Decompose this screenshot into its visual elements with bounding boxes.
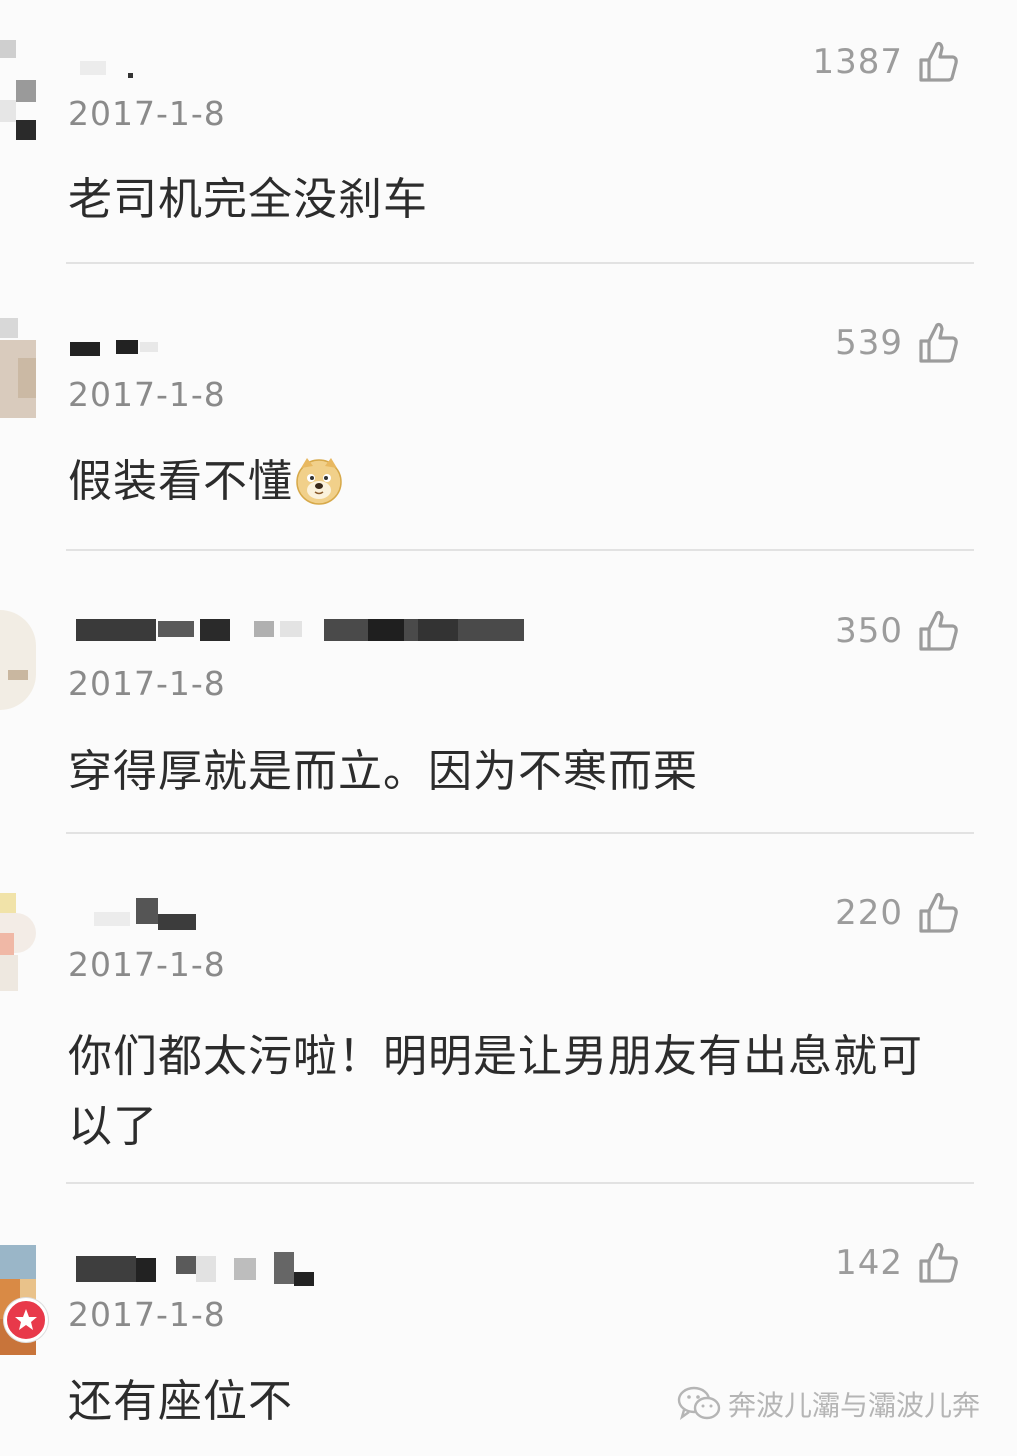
watermark-text: 奔波儿灞与灞波儿奔	[728, 1389, 981, 1422]
divider	[66, 832, 974, 834]
like-control[interactable]: 539	[835, 318, 959, 368]
avatar[interactable]	[0, 610, 40, 720]
divider	[66, 549, 974, 551]
avatar[interactable]	[0, 40, 40, 150]
thumbs-up-icon[interactable]	[917, 1241, 959, 1285]
comment-date: 2017-1-8	[68, 664, 226, 703]
thumbs-up-icon[interactable]	[917, 609, 959, 653]
thumbs-up-icon[interactable]	[917, 40, 959, 84]
like-control[interactable]: 142	[835, 1238, 959, 1288]
comment-text: 老司机完全没刹车	[68, 174, 428, 225]
like-count: 350	[835, 611, 903, 651]
thumbs-up-icon[interactable]	[917, 891, 959, 935]
comment-text-content: 假装看不懂	[68, 456, 293, 507]
like-count: 539	[835, 323, 903, 363]
comment-text: 穿得厚就是而立。因为不寒而栗	[68, 746, 698, 797]
divider	[66, 1182, 974, 1184]
doge-emoji-icon	[296, 458, 342, 505]
like-control[interactable]: 350	[835, 606, 959, 656]
comment-date: 2017-1-8	[68, 1295, 226, 1334]
comment-date: 2017-1-8	[68, 94, 226, 133]
wechat-icon	[677, 1386, 721, 1420]
comment-date: 2017-1-8	[68, 375, 226, 414]
like-count: 142	[835, 1243, 903, 1283]
divider	[66, 262, 974, 264]
watermark: 奔波儿灞与灞波儿奔	[676, 1384, 980, 1424]
avatar[interactable]	[0, 893, 40, 1003]
like-count: 1387	[812, 42, 903, 82]
thumbs-up-icon[interactable]	[917, 321, 959, 365]
like-control[interactable]: 1387	[812, 37, 959, 87]
star-badge-icon	[4, 1298, 48, 1342]
avatar[interactable]	[0, 318, 40, 428]
comment-text: 你们都太污啦！明明是让男朋友有出息就可以了	[68, 1031, 923, 1152]
comment-date: 2017-1-8	[68, 945, 226, 984]
like-count: 220	[835, 893, 903, 933]
comment-text: 假装看不懂	[68, 452, 948, 512]
like-control[interactable]: 220	[835, 888, 959, 938]
